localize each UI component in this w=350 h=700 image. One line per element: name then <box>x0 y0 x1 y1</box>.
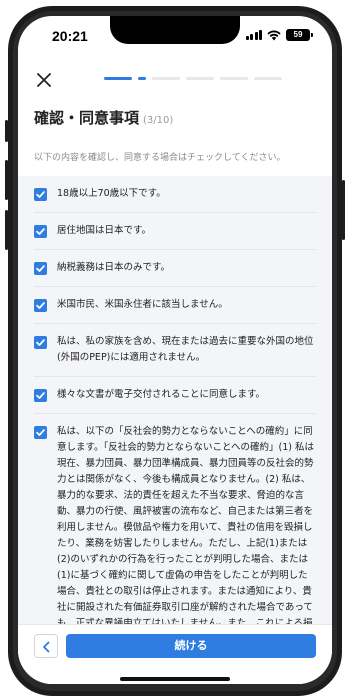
consent-item-text: 米国市民、米国永住者に該当しません。 <box>57 299 228 310</box>
progress-segment <box>220 77 248 80</box>
battery-level: 59 <box>293 30 303 39</box>
checkbox[interactable] <box>34 188 47 201</box>
checkbox[interactable] <box>34 299 47 312</box>
step-progress <box>104 77 282 80</box>
progress-segment <box>104 77 132 80</box>
checkmark-icon <box>36 302 45 309</box>
consent-item-text: 居住地国は日本です。 <box>57 225 152 236</box>
checkmark-icon <box>36 392 45 399</box>
consent-item-text: 私は、以下の「反社会的勢力とならないことへの確約」に同意します。「反社会的勢力と… <box>57 426 315 645</box>
consent-item[interactable]: 私は、以下の「反社会的勢力とならないことへの確約」に同意します。「反社会的勢力と… <box>34 414 316 658</box>
checkmark-icon <box>36 265 45 272</box>
consent-item[interactable]: 米国市民、米国永住者に該当しません。 <box>34 287 316 324</box>
page-title-text: 確認・同意事項 <box>34 109 140 127</box>
status-time: 20:21 <box>52 28 88 44</box>
footer-bar: 続ける <box>18 624 332 684</box>
intro-section: 以下の内容を確認し、同意する場合はチェックしてください。 <box>18 140 332 176</box>
battery-icon: 59 <box>286 29 313 41</box>
close-icon[interactable] <box>34 70 54 90</box>
progress-segment <box>186 77 214 80</box>
progress-segment <box>152 77 180 80</box>
consent-list: 18歳以上70歳以下です。 居住地国は日本です。納税義務は日本のみです。米国市民、… <box>34 176 316 658</box>
wifi-icon <box>267 29 281 40</box>
page-title: 確認・同意事項 (3/10) <box>34 107 173 128</box>
chevron-left-icon <box>43 641 50 653</box>
status-icons: 59 <box>245 29 313 41</box>
checkmark-icon <box>36 191 45 198</box>
checkmark-icon <box>36 339 45 346</box>
notch <box>110 16 240 44</box>
back-button[interactable] <box>34 634 58 658</box>
progress-segment <box>138 77 146 80</box>
consent-item[interactable]: 居住地国は日本です。 <box>34 213 316 250</box>
consent-item[interactable]: 18歳以上70歳以下です。 <box>34 176 316 213</box>
checkmark-icon <box>36 429 45 436</box>
checkbox[interactable] <box>34 225 47 238</box>
consent-item[interactable]: 納税義務は日本のみです。 <box>34 250 316 287</box>
app-screen: 20:21 59 確認・同意事項 (3/10) 以下の内容を確認し、同意する場合は… <box>18 16 332 684</box>
intro-text: 以下の内容を確認し、同意する場合はチェックしてください。 <box>34 153 286 163</box>
status-bar: 20:21 59 <box>18 16 332 60</box>
consent-item-text: 様々な文書が電子交付されることに同意します。 <box>57 389 266 400</box>
consent-item[interactable]: 私は、私の家族を含め、現在または過去に重要な外国の地位(外国のPEP)には適用さ… <box>34 324 316 377</box>
continue-button[interactable]: 続ける <box>66 634 316 658</box>
checkbox[interactable] <box>34 336 47 349</box>
consent-item-text: 納税義務は日本のみです。 <box>57 262 171 273</box>
page-header: 確認・同意事項 (3/10) <box>18 60 332 140</box>
checkmark-icon <box>36 228 45 235</box>
checkbox[interactable] <box>34 262 47 275</box>
consent-list-area: 18歳以上70歳以下です。 居住地国は日本です。納税義務は日本のみです。米国市民、… <box>18 176 332 645</box>
checkbox[interactable] <box>34 426 47 439</box>
power-button <box>342 180 345 240</box>
consent-item[interactable]: 様々な文書が電子交付されることに同意します。 <box>34 377 316 414</box>
step-counter: (3/10) <box>143 115 174 126</box>
checkbox[interactable] <box>34 389 47 402</box>
consent-item-text: 私は、私の家族を含め、現在または過去に重要な外国の地位(外国のPEP)には適用さ… <box>57 336 314 363</box>
progress-segment <box>254 77 282 80</box>
cellular-signal-icon <box>245 30 262 40</box>
consent-item-text: 18歳以上70歳以下です。 <box>57 188 166 199</box>
home-indicator <box>120 677 230 681</box>
